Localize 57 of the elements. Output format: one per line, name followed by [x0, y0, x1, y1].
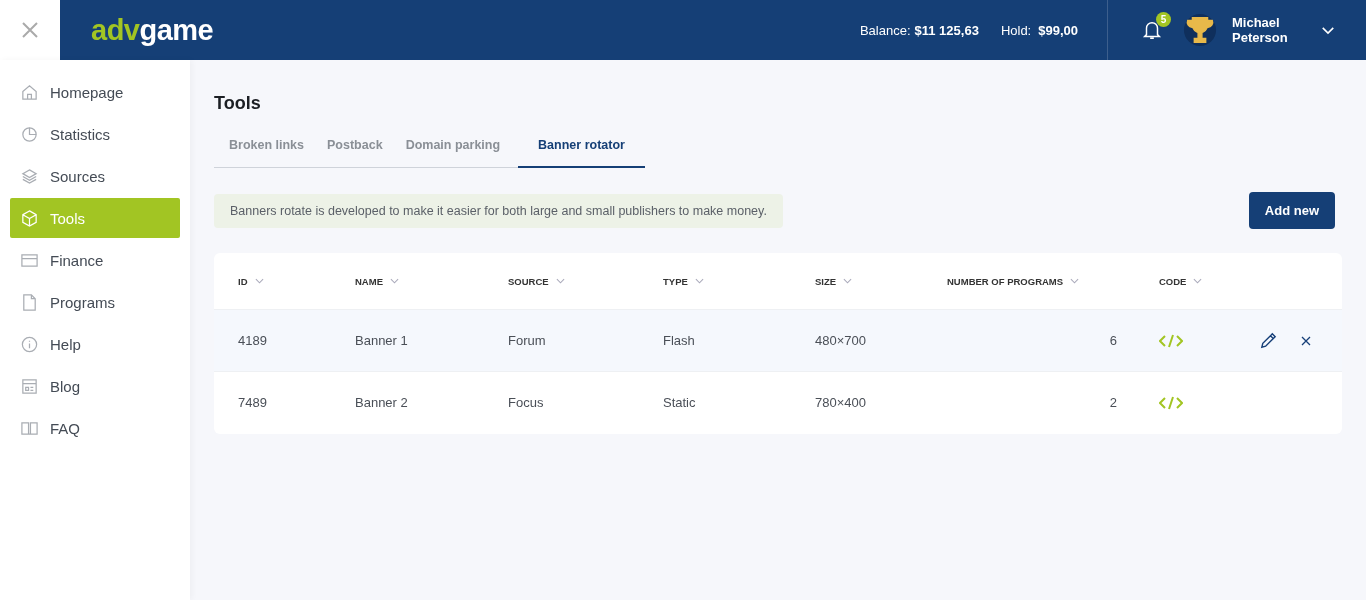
table-cell: Static [663, 395, 696, 410]
column-header[interactable]: NAME [355, 275, 508, 287]
sort-caret-icon [254, 278, 264, 284]
logo: advgame [91, 13, 214, 47]
sidebar-item[interactable]: Programs [10, 282, 180, 322]
tab[interactable]: Banner rotator [518, 127, 645, 168]
table-cell: Flash [663, 333, 695, 348]
table-cell: 2 [1109, 395, 1117, 410]
page-title: Tools [214, 93, 262, 114]
sidebar-item[interactable]: Sources [10, 156, 180, 196]
sidebar-item[interactable]: Finance [10, 240, 180, 280]
table-row[interactable]: 7489 Banner 2 Focus Static 780×400 2 [214, 372, 1342, 433]
add-new-button[interactable]: Add new [1248, 192, 1335, 229]
nav-icon [20, 334, 39, 354]
nav-icon [20, 124, 39, 144]
sidebar-item[interactable]: Statistics [10, 114, 180, 154]
column-header[interactable]: SOURCE [508, 275, 663, 287]
table-cell: Focus [508, 395, 544, 410]
chevron-down-icon[interactable] [1321, 25, 1335, 35]
sidebar-item[interactable]: Homepage [10, 72, 180, 112]
table-cell: Banner 2 [355, 395, 408, 410]
sort-caret-icon [555, 278, 565, 284]
column-header[interactable]: TYPE [663, 275, 815, 287]
sidebar-item[interactable]: FAQ [10, 408, 180, 448]
table-cell: 4189 [238, 333, 267, 348]
column-header[interactable]: CODE [1159, 275, 1249, 287]
balance-value: $11 125,63 [914, 22, 979, 38]
table-cell: Forum [508, 333, 546, 348]
nav-icon [20, 208, 39, 228]
table-cell: Banner 1 [355, 333, 408, 348]
table-cell: 480×700 [815, 333, 866, 348]
sort-caret-icon [1193, 278, 1203, 284]
sidebar-item[interactable]: Blog [10, 366, 180, 406]
sort-caret-icon [1070, 278, 1080, 284]
column-header[interactable]: ID [214, 275, 355, 287]
sidebar-item[interactable]: Help [10, 324, 180, 364]
notification-badge: 5 [1156, 12, 1171, 27]
hold-value: $99,00 [1038, 22, 1078, 38]
nav-icon [20, 292, 39, 312]
sort-caret-icon [843, 278, 853, 284]
trophy-avatar-icon [1183, 13, 1217, 47]
sort-caret-icon [694, 278, 704, 284]
nav-icon [20, 376, 39, 396]
nav-icon [20, 166, 39, 186]
sort-caret-icon [390, 278, 399, 284]
column-header[interactable]: SIZE [815, 275, 947, 287]
edit-icon[interactable] [1259, 331, 1278, 350]
hold-label: Hold: [1000, 22, 1032, 38]
table-cell: 6 [1109, 333, 1117, 348]
table-cell: 780×400 [815, 395, 866, 410]
column-header[interactable]: NUMBER OF PROGRAMS [947, 275, 1155, 287]
user-name[interactable]: Michael Peterson [1232, 15, 1288, 45]
nav-icon [20, 82, 39, 102]
balance-label: Balance: [859, 22, 911, 38]
table-row[interactable]: 4189 Banner 1 Forum Flash 480×700 6 [214, 310, 1342, 372]
info-notice: Banners rotate is developed to make it easier for both large and small publishers to make money. [214, 193, 783, 228]
table-cell: 7489 [238, 395, 267, 410]
